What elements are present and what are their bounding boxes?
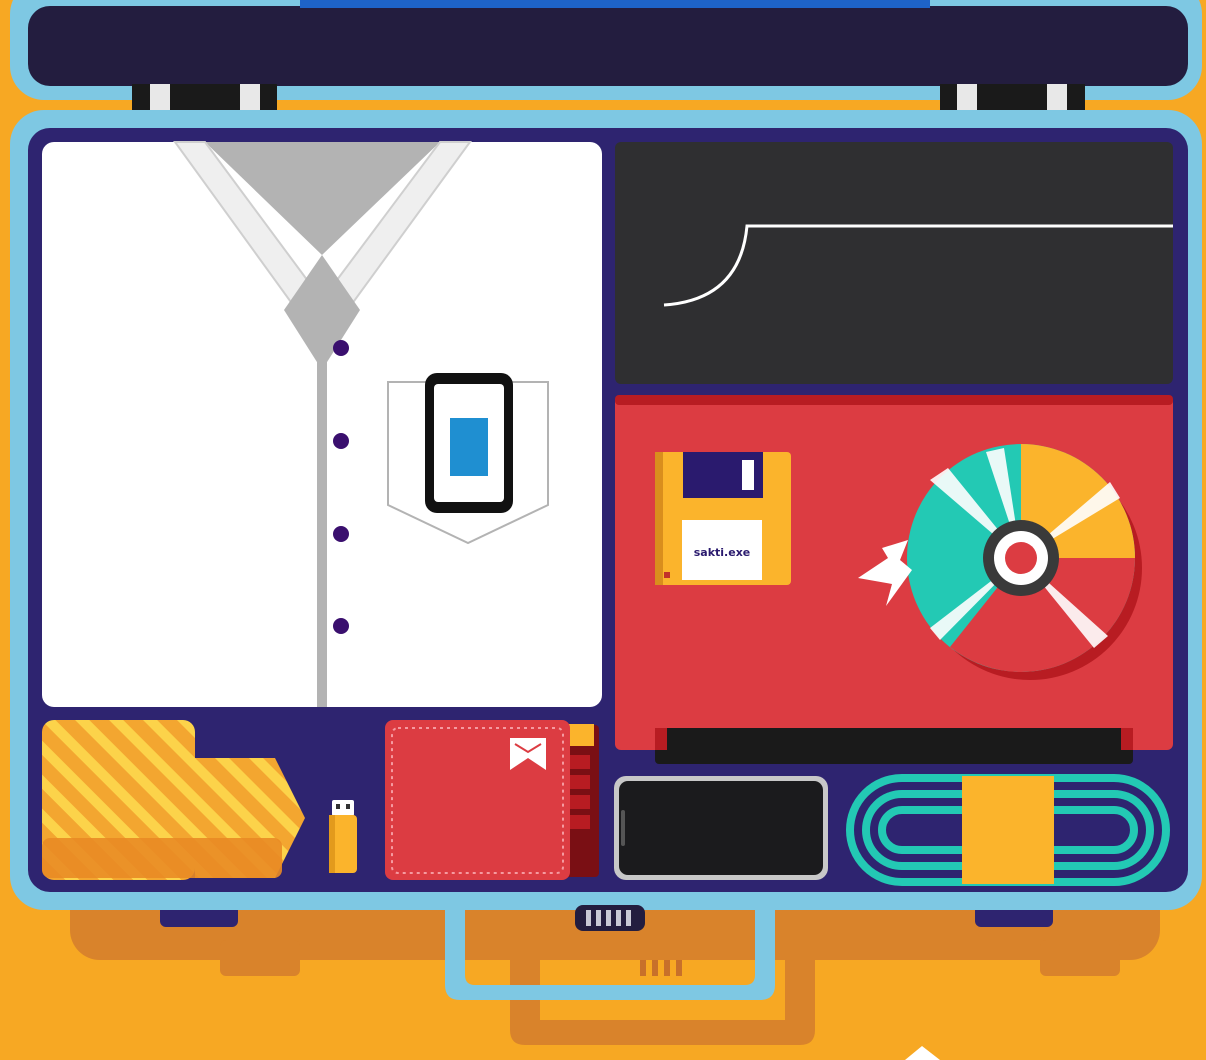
laptop-hinge: [655, 728, 1133, 764]
usb-drive-icon: [329, 800, 357, 873]
wallet-icon: [385, 720, 599, 880]
floppy-disk-icon: sakti.exe: [655, 452, 791, 585]
power-bank-icon: [614, 776, 828, 880]
floppy-label: sakti.exe: [694, 546, 751, 559]
lock-icon: [575, 905, 645, 931]
laptop-screen: [615, 142, 1173, 384]
packed-suitcase-illustration: sakti.exe: [0, 0, 1206, 1060]
shirt-icon: [42, 141, 602, 707]
smartphone-icon: [425, 373, 513, 513]
